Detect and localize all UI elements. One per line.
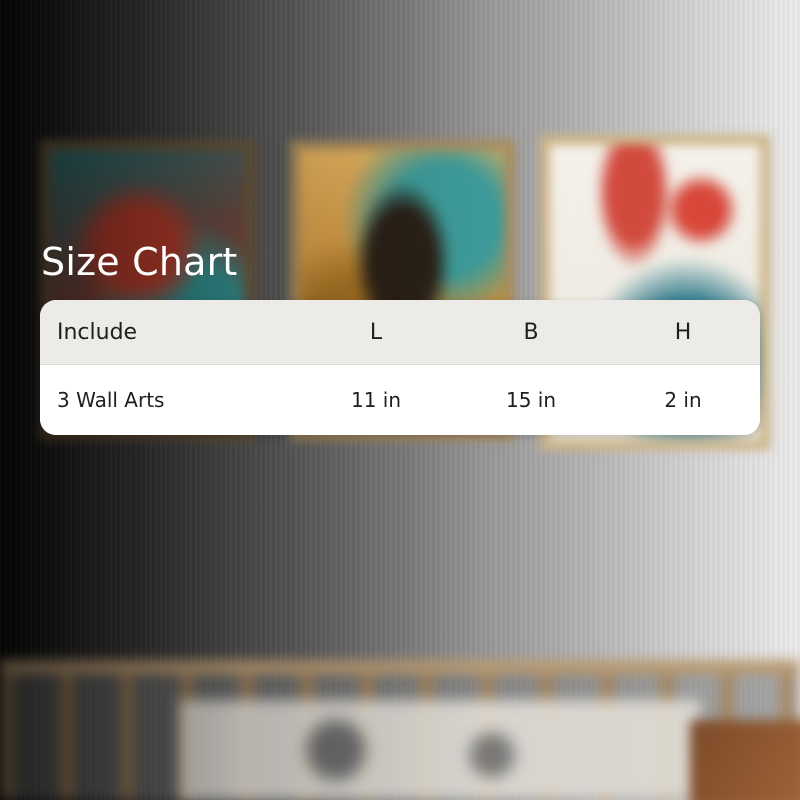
cell-include: 3 Wall Arts <box>57 388 165 412</box>
size-chart-table: Include L B H 3 Wall Arts 11 in 15 in 2 … <box>40 300 760 435</box>
cell-length: 11 in <box>350 388 402 412</box>
header-include: Include <box>57 319 138 345</box>
size-chart-title: Size Chart <box>41 240 238 284</box>
header-height: H <box>674 319 692 345</box>
cell-height: 2 in <box>664 388 702 412</box>
cell-breadth: 15 in <box>505 388 557 412</box>
header-length: L <box>369 319 383 345</box>
header-breadth: B <box>523 319 539 345</box>
table-header-row: Include L B H <box>40 300 760 365</box>
table-row: 3 Wall Arts 11 in 15 in 2 in <box>40 365 760 435</box>
